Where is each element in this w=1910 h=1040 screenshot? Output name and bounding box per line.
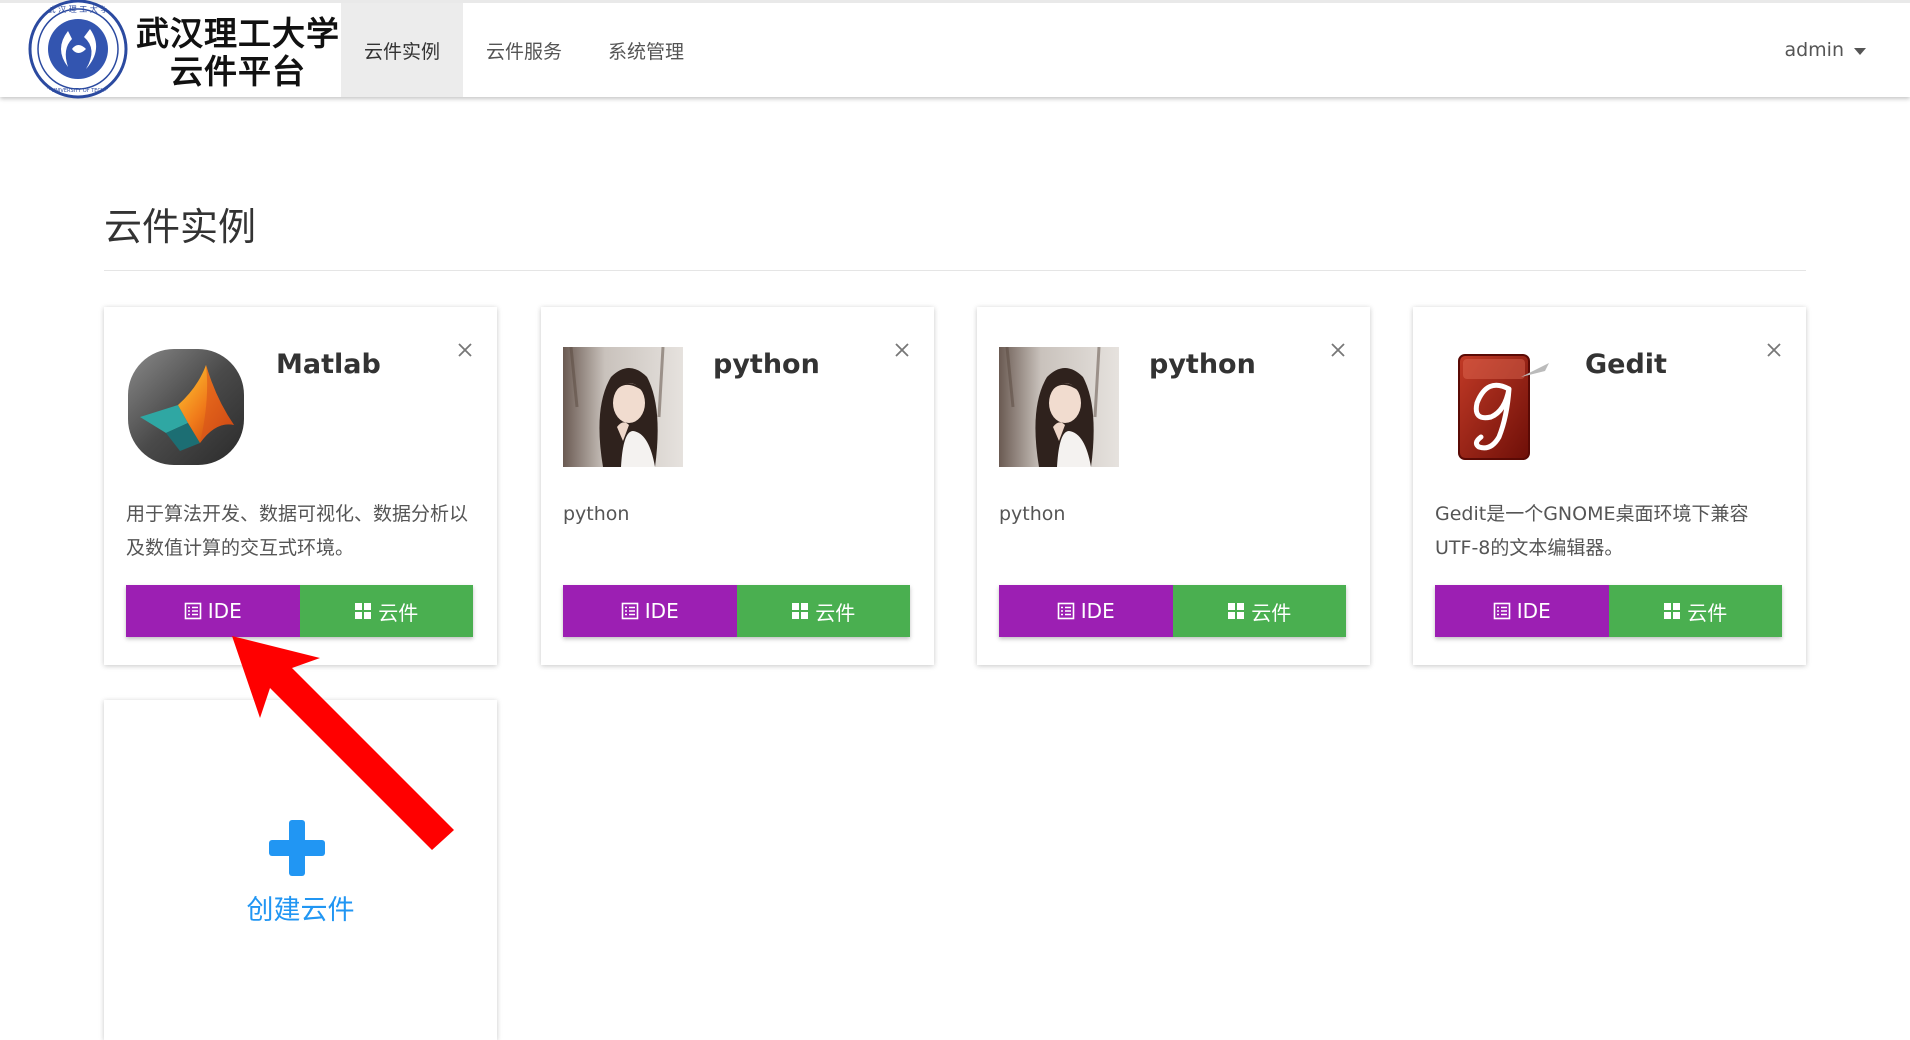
card-description: Gedit是一个GNOME桌面环境下兼容UTF-8的文本编辑器。 [1435, 503, 1749, 559]
create-label: 创建云件 [246, 895, 355, 926]
ide-button-label: IDE [1080, 599, 1115, 623]
card-description: 用于算法开发、数据可视化、数据分析以及数值计算的交互式环境。 [126, 503, 469, 559]
cloud-button-label: 云件 [1687, 600, 1728, 625]
plus-icon [269, 820, 325, 876]
nav-item-instances[interactable]: 云件实例 [341, 3, 464, 97]
close-icon[interactable] [892, 340, 912, 360]
instance-card-python: python python IDE 云件 [541, 307, 934, 665]
grid-icon [792, 603, 809, 619]
cloud-app-button[interactable]: 云件 [1172, 585, 1346, 637]
brand-line-1: 武汉理工大学 [136, 14, 340, 53]
svg-text:武 汉 理 工 大 学: 武 汉 理 工 大 学 [48, 4, 109, 14]
ide-button[interactable]: IDE [126, 585, 300, 637]
university-seal-icon: 武 汉 理 工 大 学 WUHAN UNIVERSITY OF TECHNOLO… [28, 0, 128, 99]
instance-card-gedit: Gedit Gedit是一个GNOME桌面环境下兼容UTF-8的文本编辑器。 I… [1413, 307, 1806, 665]
card-actions: IDE 云件 [1435, 585, 1782, 637]
grid-icon [355, 603, 372, 619]
brand-title: 武汉理工大学 云件平台 [136, 15, 340, 91]
nav-item-services[interactable]: 云件服务 [463, 3, 585, 97]
cloud-app-button[interactable]: 云件 [1608, 585, 1782, 637]
grid-icon [1228, 603, 1245, 619]
portrait-photo [999, 347, 1119, 467]
portrait-photo [563, 347, 683, 467]
matlab-logo-icon [126, 347, 246, 467]
top-navbar: 武 汉 理 工 大 学 WUHAN UNIVERSITY OF TECHNOLO… [0, 0, 1910, 99]
user-name: admin [1784, 39, 1844, 61]
ide-button[interactable]: IDE [1435, 585, 1609, 637]
instance-card-matlab: Matlab 用于算法开发、数据可视化、数据分析以及数值计算的交互式环境。 ID… [104, 307, 497, 665]
svg-text:WUHAN UNIVERSITY OF TECHNOLOGY: WUHAN UNIVERSITY OF TECHNOLOGY [30, 88, 126, 94]
list-icon [1493, 602, 1511, 620]
grid-icon [1664, 603, 1681, 619]
ide-button[interactable]: IDE [999, 585, 1173, 637]
close-icon[interactable] [1764, 340, 1784, 360]
cloud-button-label: 云件 [815, 600, 856, 625]
close-icon[interactable] [455, 340, 475, 360]
gedit-logo-icon [1435, 347, 1555, 467]
user-menu[interactable]: admin [1784, 3, 1866, 97]
ide-button-label: IDE [644, 599, 679, 623]
card-title: python [1149, 349, 1256, 380]
brand[interactable]: 武 汉 理 工 大 学 WUHAN UNIVERSITY OF TECHNOLO… [24, 0, 340, 99]
close-icon[interactable] [1328, 340, 1348, 360]
list-icon [184, 602, 202, 620]
create-cloud-app-card[interactable]: 创建云件 [104, 700, 497, 1040]
ide-button-label: IDE [1516, 599, 1551, 623]
ide-button-label: IDE [207, 599, 242, 623]
card-description: python [999, 503, 1066, 525]
divider [104, 270, 1806, 271]
cloud-app-button[interactable]: 云件 [736, 585, 910, 637]
ide-button[interactable]: IDE [563, 585, 737, 637]
card-title: python [713, 349, 820, 380]
nav-menu: 云件实例 云件服务 系统管理 [341, 3, 707, 97]
instance-card-python-2: python python IDE 云件 [977, 307, 1370, 665]
page-title: 云件实例 [104, 205, 257, 249]
card-title: Gedit [1585, 349, 1667, 380]
nav-item-system[interactable]: 系统管理 [585, 3, 707, 97]
card-actions: IDE 云件 [126, 585, 473, 637]
card-title: Matlab [276, 349, 381, 380]
cloud-button-label: 云件 [1251, 600, 1292, 625]
caret-down-icon [1854, 48, 1866, 55]
card-actions: IDE 云件 [563, 585, 910, 637]
card-description: python [563, 503, 630, 525]
card-actions: IDE 云件 [999, 585, 1346, 637]
list-icon [1057, 602, 1075, 620]
brand-line-2: 云件平台 [170, 52, 306, 91]
list-icon [621, 602, 639, 620]
cloud-app-button[interactable]: 云件 [299, 585, 473, 637]
cloud-button-label: 云件 [378, 600, 419, 625]
